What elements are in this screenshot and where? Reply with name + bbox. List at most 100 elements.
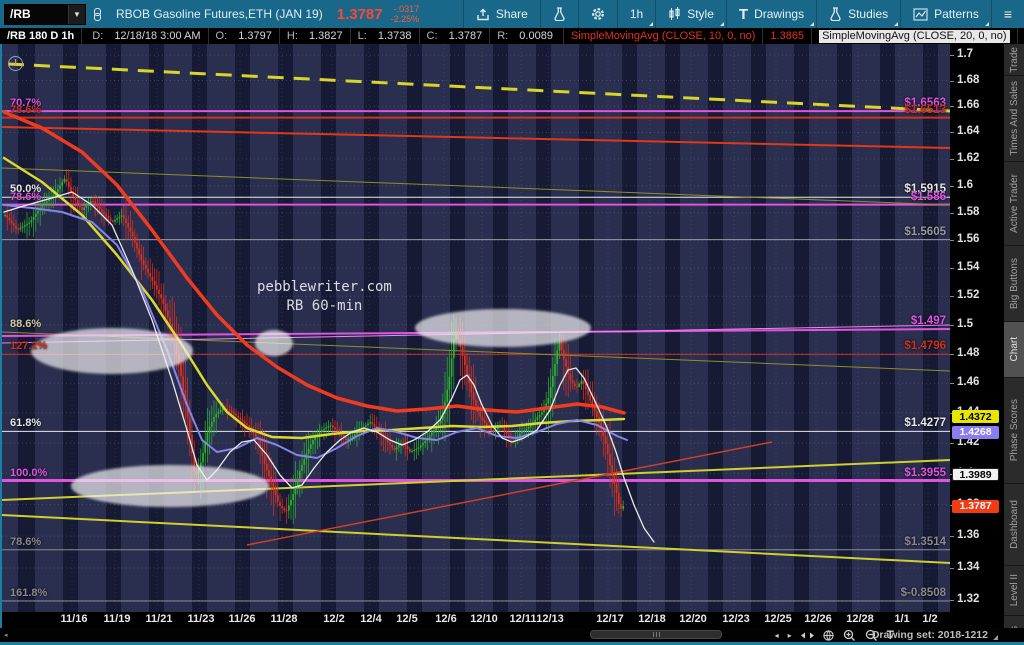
date-tick-label: 11/28 [270, 613, 298, 625]
studies-flask-icon [830, 7, 841, 21]
link-icon[interactable] [94, 7, 101, 21]
sma20-study[interactable]: SimpleMovingAvg (CLOSE, 20, 0, no) [812, 28, 1018, 44]
date-tick-label: 11/26 [228, 613, 256, 625]
step-forward-icon[interactable]: ▸ [788, 631, 792, 640]
sidebar-tab-dashboard[interactable]: Dashboard [1004, 484, 1024, 566]
share-button[interactable]: Share [462, 0, 540, 28]
price-tick-label: 1.52 [957, 289, 980, 302]
dropdown-corner [649, 22, 654, 26]
dropdown-corner [894, 22, 899, 26]
fib-label-left: 78.6% [10, 190, 42, 203]
symbol-input[interactable]: /RB ▼ [4, 3, 86, 25]
style-button[interactable]: Style [655, 0, 726, 28]
drawings-button[interactable]: T Drawings [725, 0, 816, 28]
fib-label-left: 127.2% [10, 340, 48, 353]
fib-label-left: 78.6% [10, 535, 42, 548]
watermark-site: pebblewriter.com [257, 279, 392, 295]
fib-label-left: 78.6% [10, 103, 42, 116]
price-tick-mark [950, 240, 954, 242]
price-level-label: $1.3514 [904, 535, 946, 548]
price-level-label: $1.4796 [904, 340, 946, 353]
sidebar-tab-big-buttons[interactable]: Big Buttons [1004, 246, 1024, 322]
drawing-set-dropdown-corner [993, 635, 998, 640]
sidebar-tab-label: Chart [1008, 337, 1020, 362]
price-tick-label: 1.46 [957, 376, 980, 389]
flask-button[interactable] [539, 0, 578, 28]
symbol-value: /RB [10, 7, 31, 21]
ohlc-field: O: 1.3797 [215, 30, 272, 42]
pan-left-arrow[interactable]: ◂ [4, 631, 8, 639]
sidebar-tab-phase-scores[interactable]: Phase Scores [1004, 378, 1024, 484]
share-icon [477, 8, 489, 20]
price-tick-mark [950, 158, 954, 160]
date-axis[interactable]: 11/16 11/19 11/21 11/23 11/26 11/28 12/2 12/4 12… [0, 612, 1004, 628]
price-tick-label: 1.34 [957, 561, 980, 574]
date-tick-label: 12/6 [435, 613, 457, 625]
date-tick-label: 12/13 [536, 613, 564, 625]
sma10-study[interactable]: SimpleMovingAvg (CLOSE, 10, 0, no) [564, 28, 764, 44]
price-change: -.0317 -2.25% [391, 4, 420, 24]
time-scrollbar-thumb[interactable] [590, 630, 722, 639]
date-tick-label: 12/25 [764, 613, 792, 625]
timeframe-button[interactable]: 1h [616, 0, 655, 28]
price-axis[interactable]: 1.7 1.68 1.66 1.64 1.62 1.6 1.58 1.56 1.54 1.52 1.… [950, 44, 1004, 612]
price-tick-label: 1.62 [957, 151, 980, 164]
sidebar-tab-label: Level II [1008, 574, 1020, 607]
fib-label-left: 161.8% [10, 586, 48, 599]
price-axis-badge: 1.3989 [952, 468, 999, 482]
bottom-bar: ◂ ◂ ▸ T Drawing set: 2018-1212 [0, 628, 1024, 642]
date-tick-label: 11/21 [145, 613, 173, 625]
date-tick-label: 11/16 [60, 613, 88, 625]
fit-width-icon[interactable] [800, 631, 814, 640]
list-icon: ≡ [1003, 6, 1012, 22]
ohlc-field: R: 0.0089 [497, 30, 553, 42]
list-menu-button[interactable]: ≡ [990, 0, 1024, 28]
chart-area[interactable]: ! pebblewriter.com RB 60-min 70.7% $1.656… [0, 44, 950, 612]
alert-info-icon[interactable]: ! [8, 56, 23, 71]
price-level-label: $1.6513 [904, 103, 946, 116]
sidebar-tab-active-trader[interactable]: Active Trader [1004, 162, 1024, 246]
price-tick-mark [950, 353, 954, 355]
globe-icon[interactable] [823, 629, 834, 641]
sma10-value: 1.3865 [763, 28, 813, 44]
change-value: -.0317 [393, 4, 420, 14]
price-axis-badge: 1.4372 [952, 410, 999, 424]
sidebar-tab-level-ii[interactable]: Level II [1004, 566, 1024, 616]
studies-button[interactable]: Studies [816, 0, 900, 28]
chart-status-bar: /RB 180 D 1h D: 12/18/18 3:00 AM O: 1.379… [0, 28, 1024, 44]
chart-title: /RB 180 D 1h [0, 28, 83, 44]
price-tick-mark [950, 106, 954, 108]
date-tick-label: 12/17 [596, 613, 624, 625]
price-tick-label: 1.32 [957, 593, 980, 606]
date-tick-label: 11/19 [103, 613, 131, 625]
price-tick-mark [950, 268, 954, 270]
drawing-set-label[interactable]: Drawing set: 2018-1212 [872, 629, 988, 641]
fib-label-left: 61.8% [10, 417, 42, 430]
price-tick-label: 1.6 [957, 178, 973, 191]
sidebar-tab-times-and-sales[interactable]: Times And Sales [1004, 76, 1024, 162]
sidebar-tab-chart[interactable]: Chart [1004, 322, 1024, 378]
symbol-dropdown-arrow[interactable]: ▼ [68, 4, 85, 24]
gear-icon [591, 8, 604, 20]
ohlc-field: C: 1.3787 [426, 30, 483, 42]
watermark-chart: RB 60-min [286, 298, 363, 314]
top-toolbar: /RB ▼ RBOB Gasoline Futures,ETH (JAN 19)… [0, 0, 1024, 28]
date-tick-label: 12/5 [396, 613, 418, 625]
price-level-label: $1.5605 [904, 225, 946, 238]
zoom-in-icon[interactable] [843, 629, 856, 642]
price-level-label: $1.4277 [904, 417, 946, 430]
date-tick-label: 12/23 [722, 613, 750, 625]
instrument-description: RBOB Gasoline Futures,ETH (JAN 19) [116, 7, 323, 21]
settings-button[interactable] [577, 0, 617, 28]
sidebar-tab-trade[interactable]: Trade [1004, 44, 1024, 76]
chart-plot [2, 44, 950, 612]
price-axis-badge: 1.3787 [952, 499, 999, 513]
price-tick-mark [950, 443, 954, 445]
step-back-icon[interactable]: ◂ [775, 631, 779, 640]
price-tick-mark [950, 324, 954, 326]
right-sidebar: Trade Times And Sales Active Trader Big But… [1004, 44, 1024, 645]
patterns-button[interactable]: Patterns [900, 0, 991, 28]
price-tick-label: 1.48 [957, 346, 980, 359]
text-tool-icon: T [738, 5, 749, 23]
dropdown-corner [719, 22, 724, 26]
